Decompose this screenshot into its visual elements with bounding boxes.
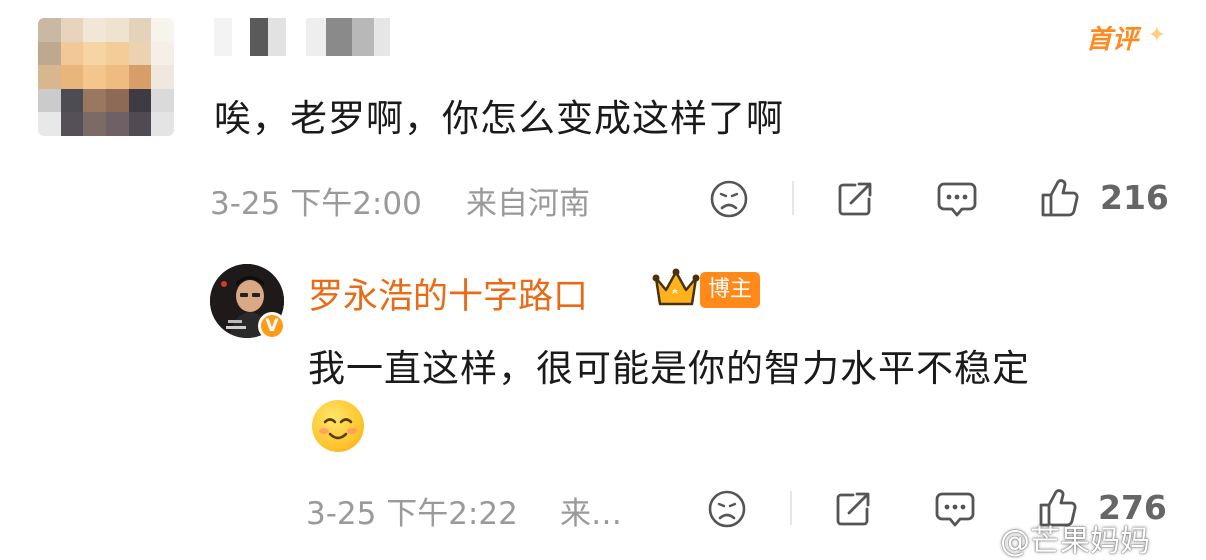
divider: [790, 491, 792, 525]
smile-emoji-icon: [312, 400, 364, 452]
share-icon[interactable]: [832, 176, 878, 222]
like-count: 216: [1100, 178, 1169, 217]
reply-location: 来…: [560, 496, 622, 532]
first-comment-label: 首评: [1086, 25, 1139, 55]
watermark: @芒果妈妈: [1000, 524, 1150, 559]
dislike-icon[interactable]: [706, 176, 752, 222]
comment-time: 3-25 下午2:00: [210, 186, 422, 222]
comment-text: 唉，老罗啊，你怎么变成这样了啊: [214, 97, 784, 140]
dislike-icon[interactable]: [704, 486, 750, 532]
author-name[interactable]: 罗永浩的十字路口: [308, 268, 588, 319]
comment-location: 来自河南: [466, 186, 590, 222]
divider: [792, 181, 794, 215]
comment-icon[interactable]: [934, 176, 980, 222]
reply-text: 我一直这样，很可能是你的智力水平不稳定: [308, 347, 1030, 390]
crown-icon: [652, 266, 700, 308]
first-comment-badge: 首评 ✦: [1086, 18, 1166, 62]
verified-icon: V: [258, 312, 286, 340]
share-icon[interactable]: [830, 486, 876, 532]
username-blurred[interactable]: [214, 18, 404, 56]
sparkle-icon: ✦: [1147, 23, 1166, 48]
reply-time: 3-25 下午2:22: [306, 496, 518, 532]
blogger-tag: 博主: [700, 272, 761, 308]
comment-icon[interactable]: [932, 486, 978, 532]
like-icon[interactable]: [1036, 174, 1082, 222]
avatar[interactable]: [38, 18, 174, 136]
